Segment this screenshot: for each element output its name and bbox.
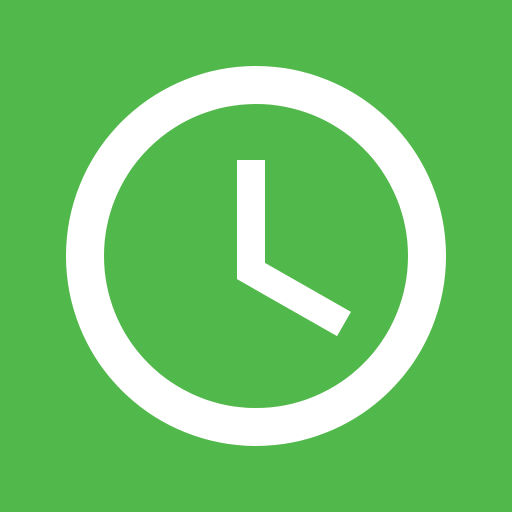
app-icon <box>0 0 512 512</box>
clock-hands <box>237 160 351 337</box>
clock-icon <box>66 66 446 446</box>
